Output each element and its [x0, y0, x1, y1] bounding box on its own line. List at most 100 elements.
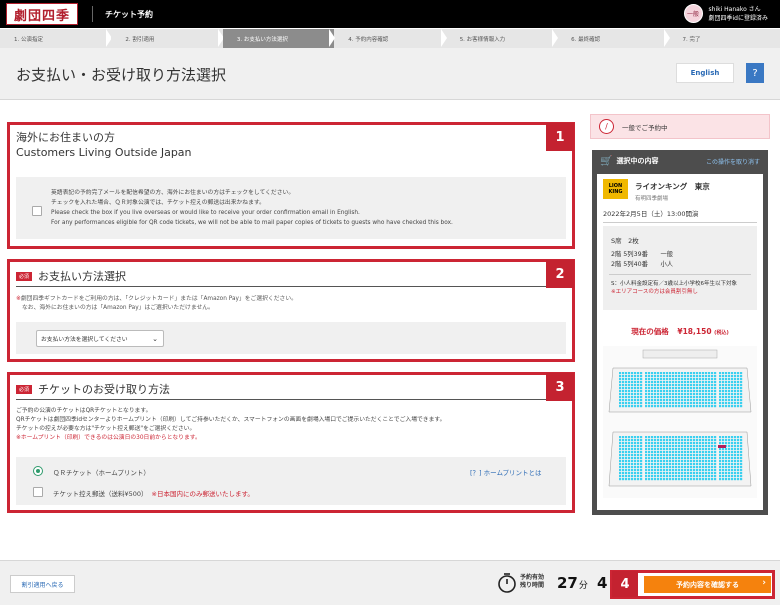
seat: [737, 472, 740, 475]
seat: [651, 478, 654, 481]
seat: [684, 457, 687, 460]
seat: [669, 381, 672, 384]
help-button[interactable]: ?: [746, 63, 764, 83]
seat: [637, 390, 640, 393]
seat: [714, 436, 717, 439]
back-to-discount-button[interactable]: 割引適用へ戻る: [10, 575, 75, 593]
seat: [690, 442, 693, 445]
seat: [696, 375, 699, 378]
seat: [687, 378, 690, 381]
slash-icon: /: [599, 119, 614, 134]
overseas-checkbox[interactable]: [32, 206, 42, 216]
seat: [731, 466, 734, 469]
seat: [681, 396, 684, 399]
seat: [660, 384, 663, 387]
seat: [640, 463, 643, 466]
undo-link[interactable]: この操作を取り消す: [706, 157, 760, 166]
seat: [719, 378, 722, 381]
seat: [619, 396, 622, 399]
seat: [737, 475, 740, 478]
seat: [699, 472, 702, 475]
seat: [634, 436, 637, 439]
seat: [672, 472, 675, 475]
seat: [740, 384, 743, 387]
seat: [657, 448, 660, 451]
user-menu[interactable]: 一般 shiki Hanako さん 劇団四季idに登録済み: [683, 4, 768, 23]
seat: [722, 399, 725, 402]
seat: [675, 451, 678, 454]
seat: [648, 372, 651, 375]
seat-map[interactable]: [603, 346, 757, 498]
seat: [740, 390, 743, 393]
seat: [714, 375, 717, 378]
seat: [654, 393, 657, 396]
seat: [657, 378, 660, 381]
seat: [731, 384, 734, 387]
seat: [625, 372, 628, 375]
seat: [631, 436, 634, 439]
seat: [740, 460, 743, 463]
confirm-reservation-button[interactable]: 予約内容を確認する ›: [644, 576, 771, 593]
seat: [678, 478, 681, 481]
seat: [728, 387, 731, 390]
seat: [651, 454, 654, 457]
seat: [722, 402, 725, 405]
seat: [719, 387, 722, 390]
qr-ticket-radio[interactable]: [33, 466, 43, 476]
seat: [648, 384, 651, 387]
seat: [622, 445, 625, 448]
seat: [740, 387, 743, 390]
seat: [631, 451, 634, 454]
home-print-help-link[interactable]: [？] ホームプリントとは: [470, 467, 542, 477]
seat: [622, 463, 625, 466]
seat: [628, 396, 631, 399]
shiki-logo[interactable]: 劇団四季: [6, 3, 78, 25]
seat: [725, 457, 728, 460]
seat: [678, 466, 681, 469]
seat: [640, 378, 643, 381]
qr-ticket-label[interactable]: ＱＲチケット（ホームプリント）: [53, 467, 150, 477]
seat: [634, 457, 637, 460]
mail-copy-label[interactable]: チケット控え郵送（送料¥500） ※日本国内にのみ郵送いたします。: [53, 488, 254, 498]
english-button[interactable]: English: [676, 63, 734, 83]
seat: [684, 375, 687, 378]
seat: [654, 387, 657, 390]
seat: [725, 399, 728, 402]
seat: [666, 439, 669, 442]
avatar[interactable]: 一般: [683, 4, 703, 23]
seat: [672, 372, 675, 375]
seat: [681, 402, 684, 405]
seat: [702, 445, 705, 448]
seat: [622, 405, 625, 408]
seat: [625, 405, 628, 408]
seat: [669, 436, 672, 439]
seat: [628, 384, 631, 387]
seat: [631, 457, 634, 460]
seat: [696, 448, 699, 451]
seat: [681, 405, 684, 408]
seat: [711, 439, 714, 442]
mail-copy-checkbox[interactable]: [33, 487, 43, 497]
seat: [699, 396, 702, 399]
seat: [693, 390, 696, 393]
seat: [675, 436, 678, 439]
payment-method-select[interactable]: お支払い方法を選択してください ⌄: [36, 330, 164, 347]
seat: [737, 381, 740, 384]
seat: [714, 460, 717, 463]
seat: [660, 387, 663, 390]
seat: [619, 387, 622, 390]
seat: [731, 390, 734, 393]
seat: [637, 478, 640, 481]
seat: [690, 399, 693, 402]
reservation-sidebar: / 一般でご予約中 🛒 選択中の内容 この操作を取り消す LION KING ラ…: [590, 114, 770, 517]
seat: [666, 454, 669, 457]
seat: [619, 448, 622, 451]
seat: [660, 405, 663, 408]
seat: [660, 451, 663, 454]
seat: [719, 460, 722, 463]
seat: [737, 384, 740, 387]
seat: [693, 387, 696, 390]
seat: [725, 393, 728, 396]
main-content: 海外にお住まいの方 Customers Living Outside Japan…: [0, 101, 780, 560]
seat: [669, 439, 672, 442]
